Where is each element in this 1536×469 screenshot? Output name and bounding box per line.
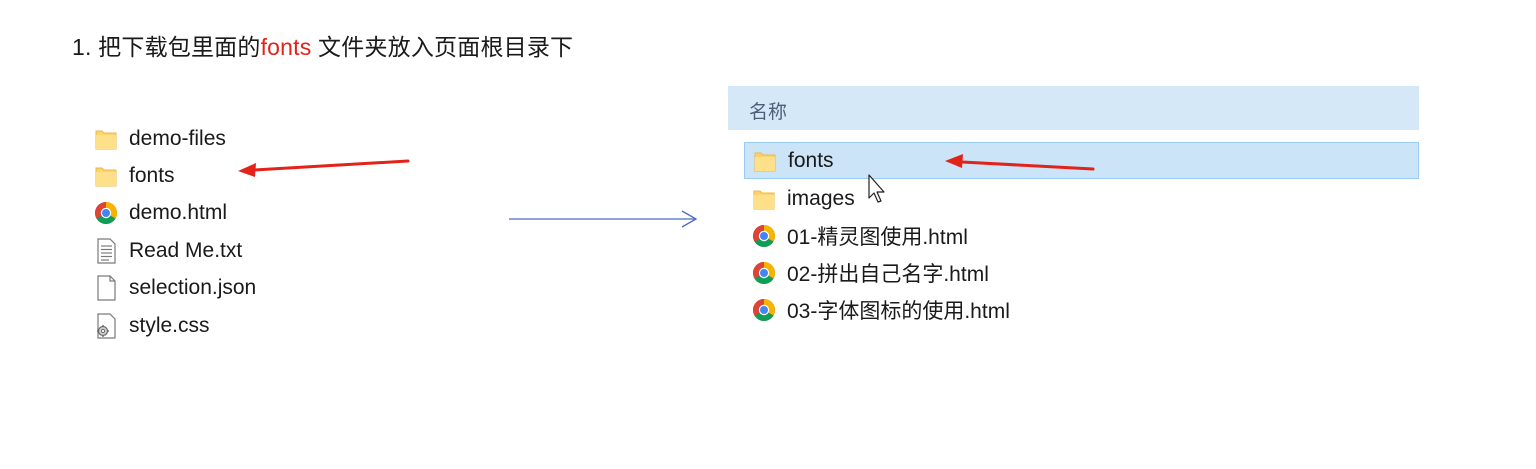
list-item-label: demo-files — [129, 126, 226, 150]
heading-prefix: 1. 把下载包里面的 — [72, 34, 261, 60]
explorer-row[interactable]: images — [744, 180, 1419, 217]
project-root-explorer: 名称 fonts images 01-精灵图使用.html 02-拼出自己名字.… — [728, 86, 1419, 346]
blank-file-icon — [94, 275, 118, 301]
list-item[interactable]: style.css — [94, 307, 424, 344]
explorer-row-label: 02-拼出自己名字.html — [787, 262, 989, 286]
folder-icon — [752, 186, 776, 212]
chrome-icon — [752, 297, 776, 323]
explorer-row-label: 01-精灵图使用.html — [787, 225, 968, 249]
column-header-name[interactable]: 名称 — [728, 86, 1419, 130]
explorer-row[interactable]: 03-字体图标的使用.html — [744, 291, 1419, 328]
explorer-row[interactable]: fonts — [744, 142, 1419, 179]
list-item-label: style.css — [129, 313, 210, 337]
chrome-icon — [752, 223, 776, 249]
list-item-label: selection.json — [129, 276, 257, 300]
text-file-icon — [94, 238, 118, 264]
explorer-row-label: 03-字体图标的使用.html — [787, 299, 1010, 323]
instruction-heading: 1. 把下载包里面的fonts 文件夹放入页面根目录下 — [72, 28, 573, 62]
explorer-row-label: images — [787, 186, 855, 210]
explorer-row[interactable]: 01-精灵图使用.html — [744, 217, 1419, 254]
list-item-label: Read Me.txt — [129, 238, 243, 262]
list-item[interactable]: demo.html — [94, 195, 424, 232]
list-item[interactable]: selection.json — [94, 270, 424, 307]
list-item-label: fonts — [129, 164, 175, 188]
list-item[interactable]: fonts — [94, 157, 424, 194]
folder-icon — [94, 163, 118, 189]
list-item-label: demo.html — [129, 201, 228, 225]
heading-suffix: 文件夹放入页面根目录下 — [318, 34, 574, 60]
css-file-icon — [94, 313, 118, 339]
folder-icon — [94, 126, 118, 152]
explorer-row-label: fonts — [788, 148, 834, 172]
list-item[interactable]: demo-files — [94, 120, 424, 157]
blue-arrow-right-icon — [509, 210, 698, 228]
column-header-label: 名称 — [749, 102, 788, 123]
explorer-row[interactable]: 02-拼出自己名字.html — [744, 254, 1419, 291]
list-item[interactable]: Read Me.txt — [94, 232, 424, 269]
chrome-icon — [752, 260, 776, 286]
chrome-icon — [94, 200, 118, 226]
folder-icon — [753, 148, 777, 174]
heading-highlight: fonts — [260, 34, 312, 60]
download-package-file-list: demo-files fonts demo.html Read Me.txt s… — [94, 120, 424, 344]
